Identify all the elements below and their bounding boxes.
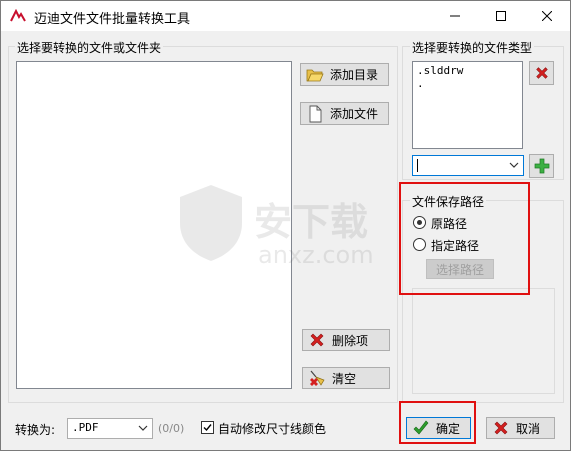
add-folder-button[interactable]: 添加目录: [300, 63, 389, 86]
delete-item-label: 删除项: [332, 333, 369, 348]
auto-color-checkbox[interactable]: [201, 421, 214, 434]
convert-format-value: .PDF: [72, 421, 99, 434]
maximize-button[interactable]: [478, 1, 524, 31]
folder-open-icon: [306, 69, 324, 81]
delete-x-icon: [535, 67, 548, 79]
check-icon: [413, 420, 429, 435]
minimize-icon: [450, 15, 460, 17]
close-button[interactable]: [524, 1, 570, 31]
file-selection-group-label: 选择要转换的文件或文件夹: [15, 39, 164, 56]
file-type-item[interactable]: .slddrw: [417, 64, 463, 77]
app-logo-icon: [10, 9, 26, 22]
clear-button[interactable]: 清空: [302, 367, 390, 389]
chevron-down-icon: [138, 425, 148, 431]
file-type-group-label: 选择要转换的文件类型: [410, 39, 535, 56]
remove-type-button[interactable]: [529, 61, 554, 85]
app-window: 迈迪文件文件批量转换工具 选择要转换的文件或文件夹 添加目录 添加文件 删除项 …: [0, 0, 571, 451]
auto-color-label[interactable]: 自动修改尺寸线颜色: [218, 420, 326, 437]
close-icon: [542, 11, 552, 21]
file-list[interactable]: [16, 61, 292, 389]
cancel-label: 取消: [516, 421, 541, 436]
file-type-list[interactable]: .slddrw .: [412, 61, 523, 149]
convert-to-label: 转换为:: [15, 423, 56, 437]
add-file-button[interactable]: 添加文件: [300, 102, 389, 125]
file-type-combo[interactable]: [412, 155, 524, 176]
delete-item-button[interactable]: 删除项: [302, 329, 390, 351]
cancel-button[interactable]: 取消: [486, 417, 555, 439]
window-title: 迈迪文件文件批量转换工具: [34, 12, 191, 27]
add-folder-label: 添加目录: [330, 68, 379, 82]
minimize-button[interactable]: [432, 1, 478, 31]
checkmark-icon: [203, 424, 212, 432]
text-cursor: [417, 159, 418, 172]
save-path-highlight: [399, 182, 530, 295]
cancel-x-icon: [494, 421, 508, 435]
add-type-button[interactable]: [529, 154, 554, 178]
clear-icon: [310, 370, 325, 386]
document-icon: [309, 105, 322, 122]
delete-x-icon: [310, 333, 324, 347]
convert-format-select[interactable]: .PDF: [67, 418, 153, 439]
path-display-area: [412, 288, 555, 394]
file-type-item[interactable]: .: [417, 77, 424, 90]
clear-label: 清空: [332, 371, 357, 386]
add-file-label: 添加文件: [330, 107, 379, 121]
ok-label: 确定: [436, 421, 461, 436]
maximize-icon: [496, 11, 506, 21]
ok-button[interactable]: 确定: [406, 417, 471, 439]
progress-count: (0/0): [158, 422, 185, 435]
title-bar: 迈迪文件文件批量转换工具: [1, 1, 570, 31]
plus-icon: [534, 158, 549, 174]
chevron-down-icon[interactable]: [509, 162, 519, 169]
